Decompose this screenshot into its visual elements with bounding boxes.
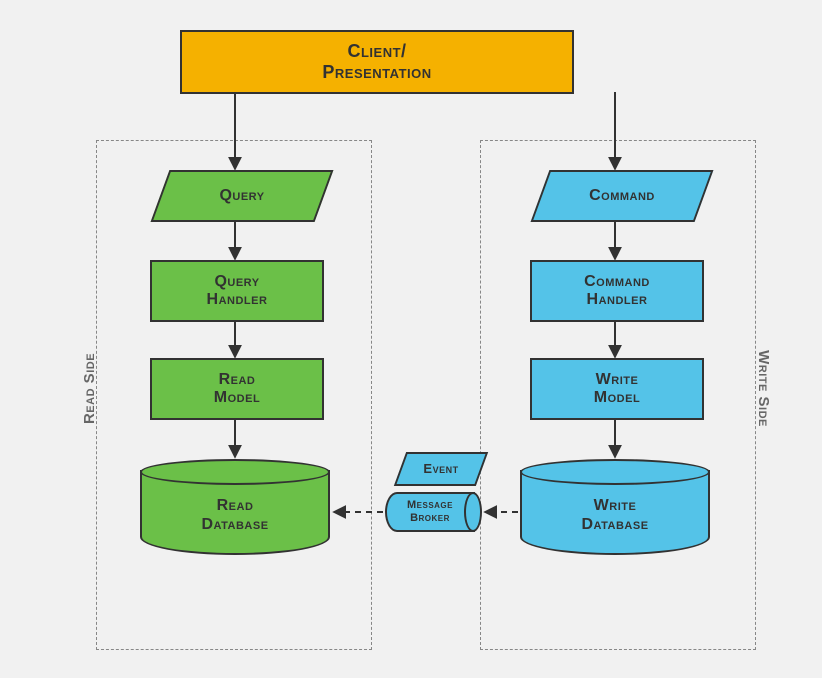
read-database-node: Read Database — [140, 470, 330, 555]
event-node: Event — [394, 452, 488, 486]
command-handler-node: Command Handler — [530, 260, 704, 322]
query-handler-label: Query Handler — [207, 273, 268, 310]
query-label: Query — [162, 172, 322, 220]
command-handler-label: Command Handler — [584, 273, 650, 310]
write-database-node: Write Database — [520, 470, 710, 555]
read-side-caption: Read Side — [81, 353, 98, 424]
query-handler-node: Query Handler — [150, 260, 324, 322]
write-model-label: Write Model — [594, 371, 640, 408]
client-presentation-box: Client/ Presentation — [180, 30, 574, 94]
cqrs-diagram: Client/ Presentation Read Side Write Sid… — [0, 0, 822, 678]
write-model-node: Write Model — [530, 358, 704, 420]
read-model-label: Read Model — [214, 371, 260, 408]
query-node: Query — [151, 170, 334, 222]
command-node: Command — [531, 170, 714, 222]
command-label: Command — [542, 172, 702, 220]
write-side-caption: Write Side — [755, 350, 772, 427]
client-presentation-label: Client/ Presentation — [322, 41, 431, 82]
read-model-node: Read Model — [150, 358, 324, 420]
message-broker-node: Message Broker — [385, 492, 475, 532]
event-label: Event — [402, 454, 480, 484]
